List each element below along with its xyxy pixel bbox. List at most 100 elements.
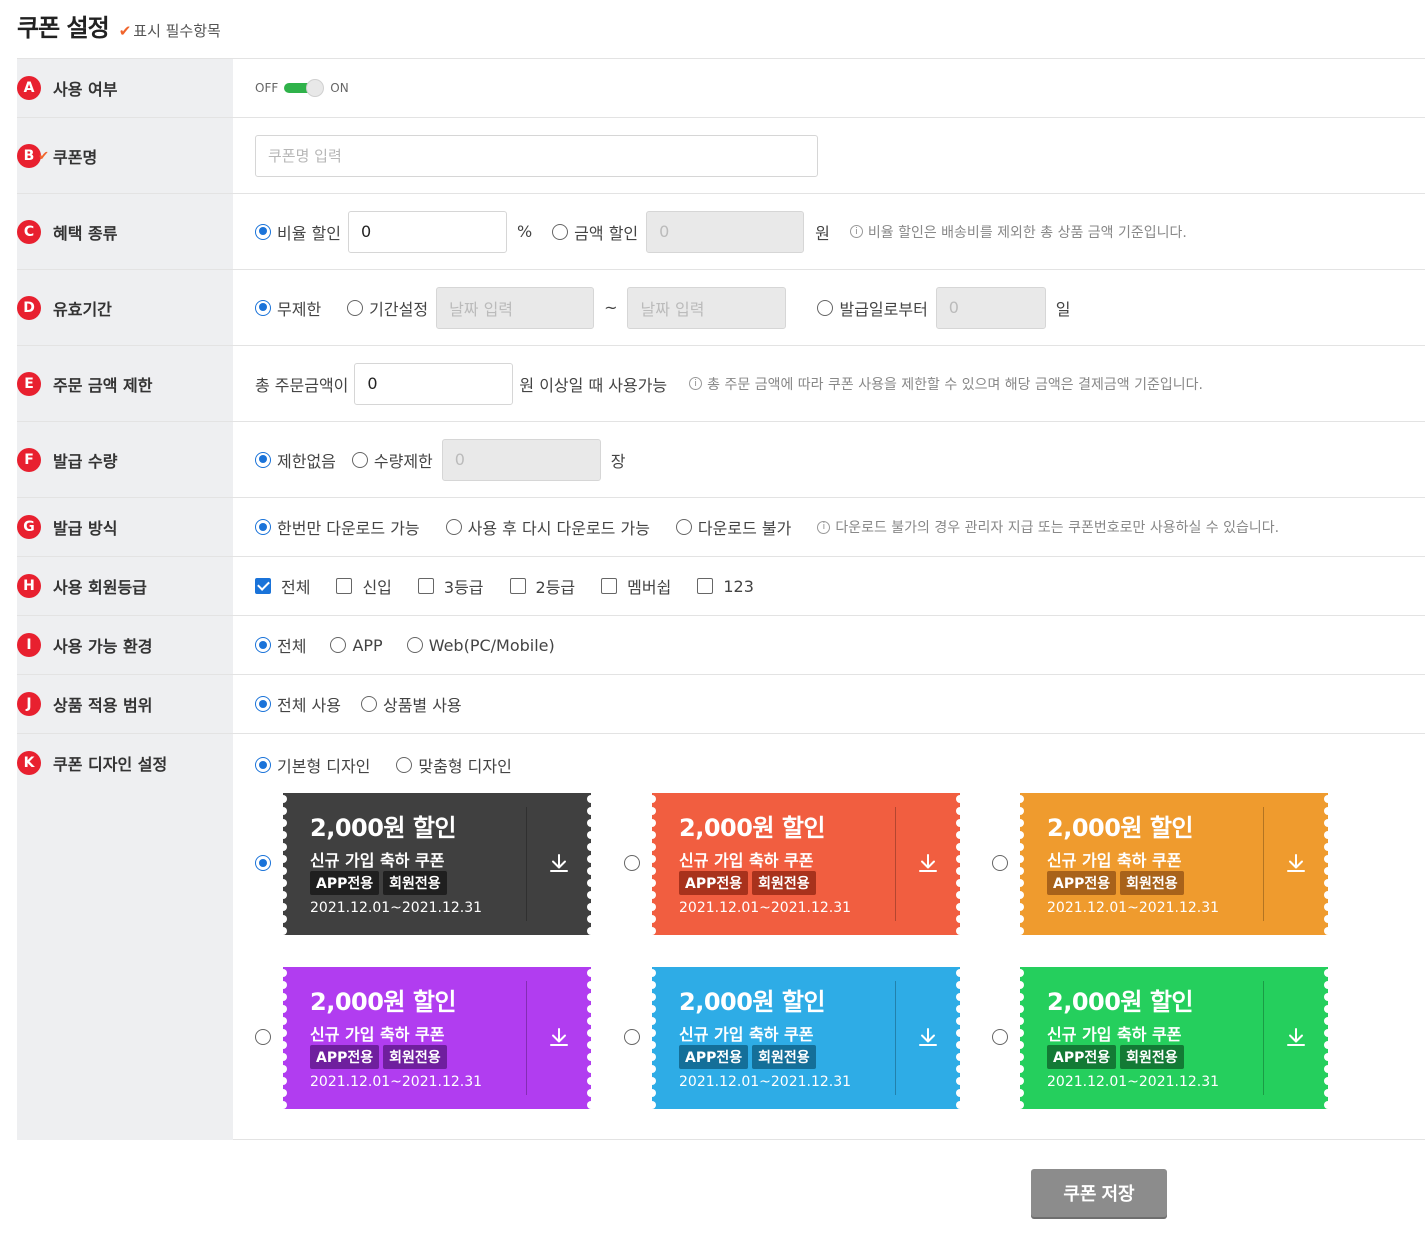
grade-checkbox[interactable]: 3등급 xyxy=(417,574,484,598)
amount-discount-radio[interactable]: 금액 할인 xyxy=(552,220,638,244)
download-again-radio[interactable]: 사용 후 다시 다운로드 가능 xyxy=(445,515,650,539)
letter-j-badge: J xyxy=(17,692,41,716)
coupon-design-radio[interactable] xyxy=(624,1029,646,1045)
row-label: 사용 여부 xyxy=(53,80,118,99)
scope-radio-product[interactable]: 상품별 사용 xyxy=(360,692,462,716)
download-icon[interactable] xyxy=(917,1026,939,1048)
min-amount-input[interactable]: 0 xyxy=(354,362,514,405)
unlimited-qty-radio[interactable]: 제한없음 xyxy=(255,448,336,472)
coupon-design-radio[interactable] xyxy=(255,1029,277,1045)
limited-qty-radio[interactable]: 수량제한 xyxy=(351,448,433,472)
row-min-amount: E 주문 금액 제한 총 주문금액이 0 원 이상일 때 사용가능 i총 주문 금… xyxy=(17,346,1425,422)
letter-g-badge: G xyxy=(17,515,41,539)
coupon-card[interactable]: 2,000원 할인 신규 가입 축하 쿠폰 APP전용 회원전용 2021.12.01~… xyxy=(1016,793,1332,935)
scallop-edge xyxy=(1324,969,1332,1109)
coupon-date: 2021.12.01~2021.12.31 xyxy=(679,900,852,916)
grade-checkbox-all[interactable]: 전체 xyxy=(255,574,310,598)
coupon-tag: APP전용 xyxy=(1047,871,1117,895)
letter-c-badge: C xyxy=(17,219,41,244)
end-date-input[interactable]: 날짜 입력 xyxy=(627,286,787,329)
coupon-design-radio[interactable] xyxy=(992,855,1014,871)
days-input[interactable]: 0 xyxy=(935,286,1046,329)
scallop-edge xyxy=(1016,969,1024,1109)
env-radio-app[interactable]: APP xyxy=(330,636,383,655)
tilde: ~ xyxy=(604,298,618,317)
coupon-name-input[interactable]: 쿠폰명 입력 xyxy=(255,134,818,177)
coupon-date: 2021.12.01~2021.12.31 xyxy=(1047,900,1220,916)
grade-checkbox[interactable]: 2등급 xyxy=(509,574,575,598)
toggle-switch[interactable] xyxy=(284,79,325,97)
coupon-design-radio[interactable] xyxy=(624,855,646,871)
grade-checkbox[interactable]: 123 xyxy=(697,577,754,596)
env-radio-web[interactable]: Web(PC/Mobile) xyxy=(406,636,555,655)
coupon-tag: 회원전용 xyxy=(383,871,447,895)
coupon-design-radio[interactable] xyxy=(255,855,277,871)
download-none-radio[interactable]: 다운로드 불가 xyxy=(675,515,791,539)
coupon-tag: APP전용 xyxy=(310,1045,380,1069)
download-icon[interactable] xyxy=(917,852,939,874)
coupon-card[interactable]: 2,000원 할인 신규 가입 축하 쿠폰 APP전용 회원전용 2021.12.01~… xyxy=(1016,967,1332,1109)
coupon-card[interactable]: 2,000원 할인 신규 가입 축하 쿠폰 APP전용 회원전용 2021.12.01~… xyxy=(648,793,964,935)
coupon-subtitle: 신규 가입 축하 쿠폰 xyxy=(310,851,445,870)
download-icon[interactable] xyxy=(548,1026,570,1048)
grade-checkbox[interactable]: 신입 xyxy=(336,574,392,598)
row-benefit: C 혜택 종류 비율 할인 0 % 금액 할인 0 원 i 비율 할인은 배송비를 … xyxy=(17,194,1425,270)
coupon-card[interactable]: 2,000원 할인 신규 가입 축하 쿠폰 APP전용 회원전용 2021.12.01~… xyxy=(279,967,595,1109)
row-method: G 발급 방식 한번만 다운로드 가능 사용 후 다시 다운로드 가능 다운로드 … xyxy=(17,498,1425,557)
row-grade: H 사용 회원등급 전체 신입 3등급 2등급 멤버쉽 123 xyxy=(17,557,1425,616)
scallop-edge xyxy=(956,795,964,935)
custom-period-radio[interactable]: 기간설정 xyxy=(347,296,428,320)
scallop-edge xyxy=(1016,795,1024,935)
coupon-design-radio[interactable] xyxy=(992,1029,1014,1045)
unlimited-period-radio[interactable]: 무제한 xyxy=(255,296,321,320)
amount-input[interactable]: 0 xyxy=(646,210,805,253)
rate-input[interactable]: 0 xyxy=(347,210,507,253)
scope-radio-all[interactable]: 전체 사용 xyxy=(255,692,341,716)
scallop-edge xyxy=(648,795,656,935)
quantity-input[interactable]: 0 xyxy=(441,438,601,481)
coupon-card[interactable]: 2,000원 할인 신규 가입 축하 쿠폰 APP전용 회원전용 2021.12.01~… xyxy=(279,793,595,935)
letter-b-badge: B ✔ xyxy=(17,143,49,168)
coupon-subtitle: 신규 가입 축하 쿠폰 xyxy=(679,1025,814,1044)
coupon-tag: APP전용 xyxy=(1047,1045,1117,1069)
grade-checkbox[interactable]: 멤버쉽 xyxy=(601,574,671,598)
coupon-date: 2021.12.01~2021.12.31 xyxy=(679,1074,852,1090)
design-radio-custom[interactable]: 맞춤형 디자인 xyxy=(396,753,512,777)
letter-k-badge: K xyxy=(17,751,41,775)
letter-e-badge: E xyxy=(17,371,41,396)
download-icon[interactable] xyxy=(1285,1026,1307,1048)
coupon-card[interactable]: 2,000원 할인 신규 가입 축하 쿠폰 APP전용 회원전용 2021.12.01~… xyxy=(648,967,964,1109)
coupon-subtitle: 신규 가입 축하 쿠폰 xyxy=(1047,851,1182,870)
env-radio-all[interactable]: 전체 xyxy=(255,633,306,657)
save-coupon-button[interactable]: 쿠폰 저장 xyxy=(1031,1169,1167,1217)
coupon-tag: APP전용 xyxy=(310,871,380,895)
row-env: I 사용 가능 환경 전체 APP Web(PC/Mobile) xyxy=(17,616,1425,675)
row-use: A 사용 여부 OFF ON xyxy=(17,59,1425,118)
scallop-edge xyxy=(279,795,287,935)
coupon-subtitle: 신규 가입 축하 쿠폰 xyxy=(310,1025,445,1044)
from-issue-radio[interactable]: 발급일로부터 xyxy=(817,296,928,320)
rate-discount-radio[interactable]: 비율 할인 xyxy=(255,220,341,244)
design-radio-basic[interactable]: 기본형 디자인 xyxy=(255,753,370,777)
days-unit: 일 xyxy=(1055,299,1071,319)
coupon-subtitle: 신규 가입 축하 쿠폰 xyxy=(1047,1025,1182,1044)
info-icon: i xyxy=(849,225,863,238)
coupon-divider xyxy=(526,807,527,921)
download-icon[interactable] xyxy=(548,852,570,874)
coupon-divider xyxy=(895,981,896,1095)
check-icon: ✔ xyxy=(118,22,132,40)
download-icon[interactable] xyxy=(1285,852,1307,874)
coupon-divider xyxy=(526,981,527,1095)
download-once-radio[interactable]: 한번만 다운로드 가능 xyxy=(255,515,420,539)
scallop-edge xyxy=(648,969,656,1109)
required-note: ✔ 표시 필수항목 xyxy=(118,22,221,40)
benefit-info: i 비율 할인은 배송비를 제외한 총 상품 금액 기준입니다. xyxy=(849,222,1187,242)
start-date-input[interactable]: 날짜 입력 xyxy=(436,286,595,329)
page-header: 쿠폰 설정 ✔ 표시 필수항목 xyxy=(17,8,221,43)
coupon-title: 2,000원 할인 xyxy=(310,814,457,842)
row-quantity: F 발급 수량 제한없음 수량제한 0 장 xyxy=(17,422,1425,498)
coupon-divider xyxy=(895,807,896,921)
coupon-divider xyxy=(1263,981,1264,1095)
use-toggle[interactable]: OFF ON xyxy=(255,79,349,97)
coupon-title: 2,000원 할인 xyxy=(1047,814,1194,842)
